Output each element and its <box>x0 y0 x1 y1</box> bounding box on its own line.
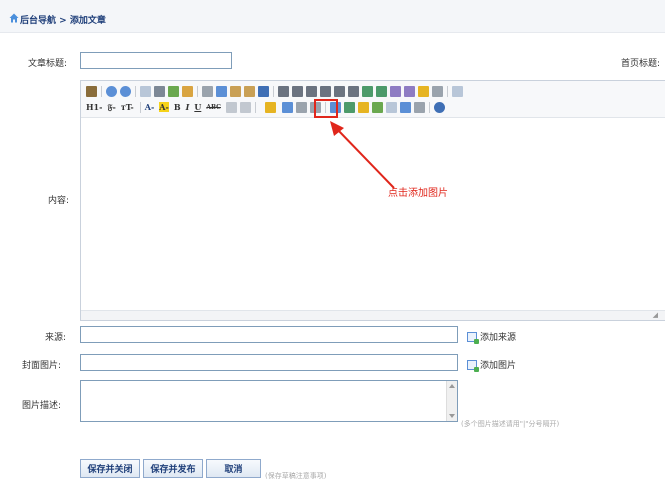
strikethrough-button[interactable]: ABC <box>206 104 221 111</box>
cut-icon[interactable] <box>202 85 213 97</box>
print-icon[interactable] <box>154 85 165 97</box>
image-icon[interactable] <box>264 101 276 113</box>
editor-toolbar: H1- 𝔉- тT- A- A- B I U ABC <box>81 81 665 118</box>
flash-icon[interactable] <box>281 101 293 113</box>
justify-icon[interactable] <box>320 85 331 97</box>
annotation-arrow <box>330 121 395 189</box>
breadcrumb-separator: > <box>59 16 67 26</box>
emoticon-icon[interactable] <box>343 101 355 113</box>
editor-status-bar: ◢ <box>81 310 665 320</box>
textarea-scrollbar[interactable] <box>446 381 457 421</box>
desc-hint: (多个图片描述请用"|"分号隔开) <box>461 420 560 428</box>
italic-button[interactable]: I <box>186 102 190 112</box>
font-color-dropdown[interactable]: A- <box>145 102 155 112</box>
image-description-textarea[interactable] <box>80 380 458 422</box>
add-source-label: 添加来源 <box>480 333 517 343</box>
pagebreak-icon[interactable] <box>371 101 383 113</box>
indent-icon[interactable] <box>362 85 373 97</box>
ordered-list-icon[interactable] <box>334 85 345 97</box>
redo-icon[interactable] <box>120 85 131 97</box>
title-label: 文章标题: <box>28 59 68 69</box>
add-image-icon <box>467 359 479 372</box>
align-left-icon[interactable] <box>278 85 289 97</box>
select-all-icon[interactable] <box>432 85 443 97</box>
add-image-button[interactable]: 添加图片 <box>467 358 517 372</box>
cancel-button[interactable]: 取消 <box>206 459 261 478</box>
save-hint: (保存草稿注意事项) <box>265 472 327 480</box>
add-source-icon <box>467 331 479 344</box>
rich-text-editor[interactable]: H1- 𝔉- тT- A- A- B I U ABC ◢ <box>80 80 665 321</box>
home-icon <box>9 13 19 23</box>
superscript-icon[interactable] <box>404 85 415 97</box>
copy-icon[interactable] <box>216 85 227 97</box>
source-icon[interactable] <box>86 85 97 97</box>
home-title-label: 首页标题: <box>621 59 661 69</box>
save-close-button[interactable]: 保存并关闭 <box>80 459 140 478</box>
about-icon[interactable] <box>433 101 445 113</box>
title-input[interactable] <box>80 52 232 69</box>
toolbar-row-1 <box>86 84 466 98</box>
find-icon[interactable] <box>182 85 193 97</box>
table-insert-icon[interactable] <box>225 101 237 113</box>
template-icon[interactable] <box>168 85 179 97</box>
scroll-up-icon[interactable] <box>449 384 455 388</box>
font-size-dropdown[interactable]: тT- <box>121 102 134 112</box>
breadcrumb: 后台导航 > 添加文章 <box>20 13 106 26</box>
unordered-list-icon[interactable] <box>348 85 359 97</box>
anchor-icon[interactable] <box>385 101 397 113</box>
preview-icon[interactable] <box>140 85 151 97</box>
unlink-icon[interactable] <box>413 101 425 113</box>
breadcrumb-current: 添加文章 <box>69 16 106 26</box>
subscript-icon[interactable] <box>390 85 401 97</box>
font-family-dropdown[interactable]: 𝔉- <box>107 102 115 113</box>
eraser-icon[interactable] <box>239 101 251 113</box>
paste-text-icon[interactable] <box>244 85 255 97</box>
heading-dropdown[interactable]: H1- <box>86 102 102 112</box>
source-input[interactable] <box>80 326 458 343</box>
breadcrumb-root[interactable]: 后台导航 <box>20 16 56 26</box>
breadcrumb-bar: 后台导航 > 添加文章 <box>0 0 665 33</box>
align-right-icon[interactable] <box>306 85 317 97</box>
image-button-highlight <box>314 99 338 118</box>
maximize-icon[interactable] <box>452 85 463 97</box>
source-label: 来源: <box>45 333 67 343</box>
toolbar-row-2: H1- 𝔉- тT- A- A- B I U ABC <box>86 100 448 114</box>
desc-label: 图片描述: <box>22 401 62 411</box>
save-publish-button[interactable]: 保存并发布 <box>143 459 203 478</box>
link-icon[interactable] <box>399 101 411 113</box>
clear-format-icon[interactable] <box>418 85 429 97</box>
content-label: 内容: <box>48 196 70 206</box>
add-image-label: 添加图片 <box>480 361 517 371</box>
paste-word-icon[interactable] <box>258 85 269 97</box>
underline-button[interactable]: U <box>194 102 201 112</box>
add-source-button[interactable]: 添加来源 <box>467 330 517 344</box>
align-center-icon[interactable] <box>292 85 303 97</box>
cover-input[interactable] <box>80 354 458 371</box>
outdent-icon[interactable] <box>376 85 387 97</box>
highlight-dropdown[interactable]: A- <box>159 102 169 112</box>
paste-icon[interactable] <box>230 85 241 97</box>
cover-label: 封面图片: <box>22 361 62 371</box>
special-char-icon[interactable] <box>357 101 369 113</box>
bold-button[interactable]: B <box>174 102 181 112</box>
undo-icon[interactable] <box>106 85 117 97</box>
media-icon[interactable] <box>295 101 307 113</box>
scroll-down-icon[interactable] <box>449 414 455 418</box>
annotation-label: 点击添加图片 <box>388 188 448 199</box>
resize-handle-icon[interactable]: ◢ <box>653 311 658 319</box>
